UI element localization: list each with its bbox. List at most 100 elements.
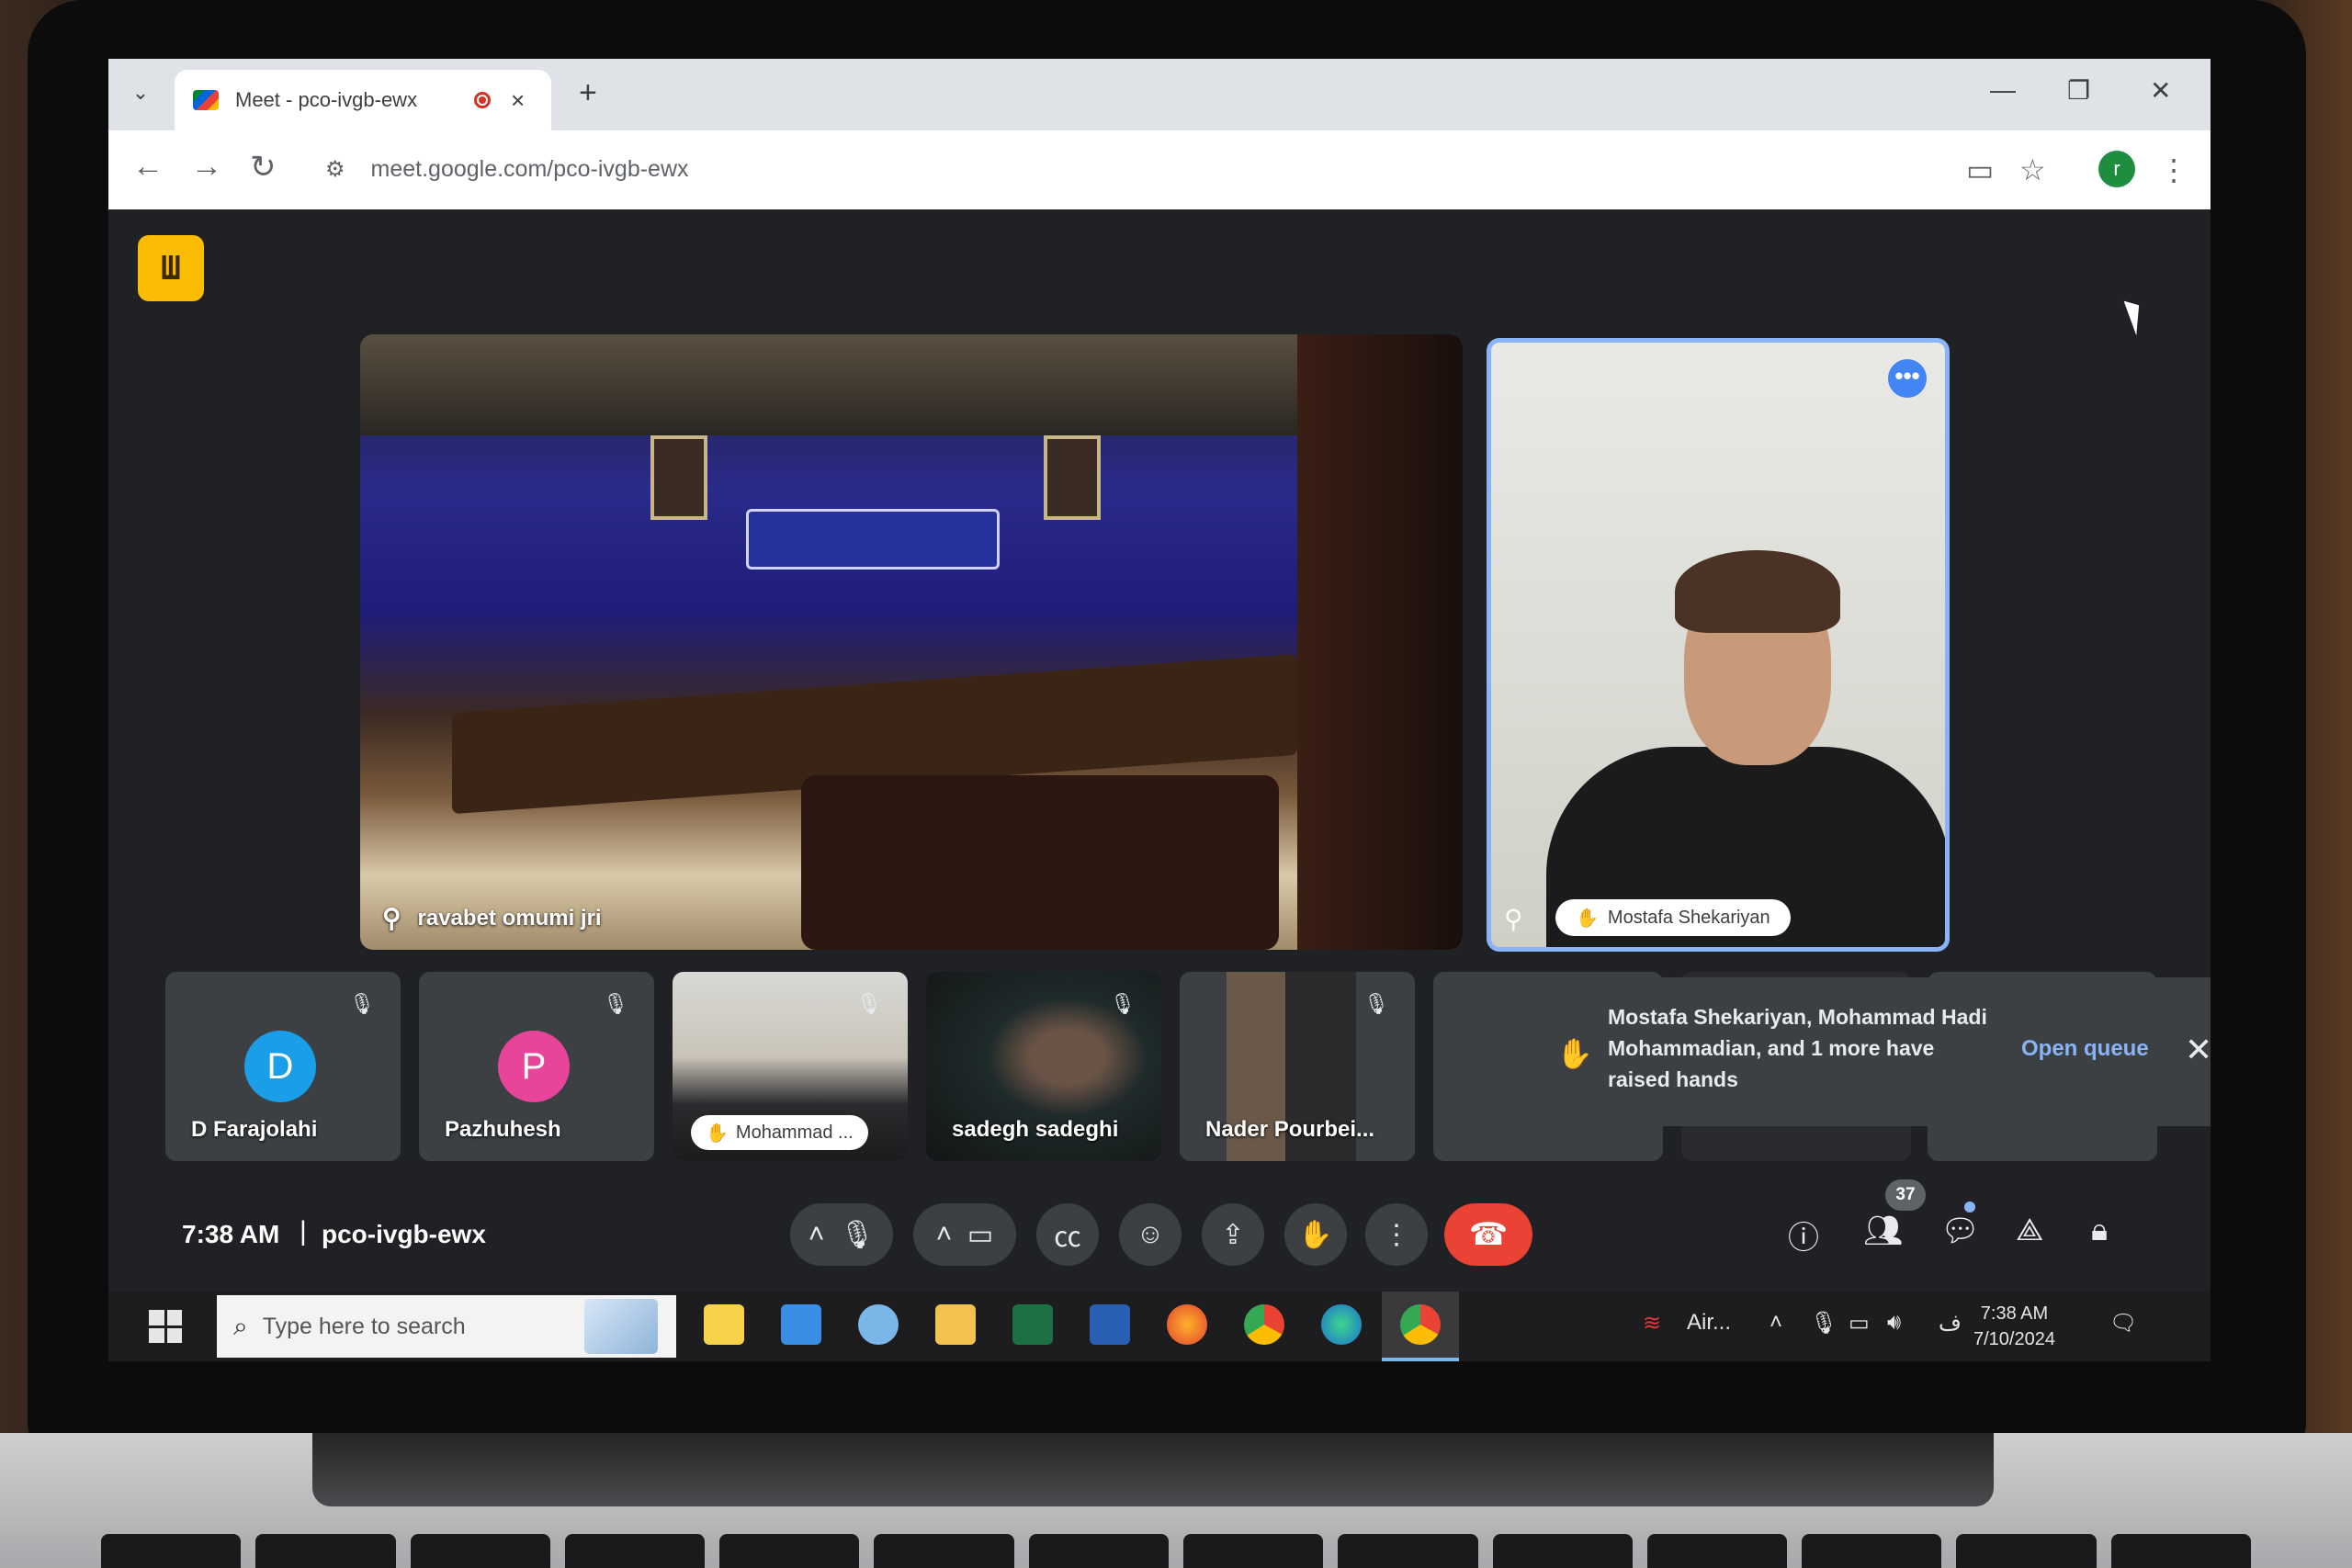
present-screen-button[interactable]: ⇪ (1202, 1203, 1264, 1266)
back-arrow-icon[interactable]: ← (132, 149, 164, 185)
main-video-tile[interactable]: ⚲ ravabet omumi jri (360, 334, 1463, 950)
raise-hand-button[interactable]: ✋ (1284, 1203, 1347, 1266)
companion-logo-icon[interactable]: Ш (138, 235, 204, 301)
weather-label[interactable]: Air... (1687, 1310, 1731, 1336)
meeting-info-icon[interactable]: ⓘ (1788, 1213, 1819, 1258)
raised-hands-message: Mostafa Shekariyan, Mohammad Hadi Mohamm… (1608, 1005, 1987, 1091)
notifications-icon[interactable]: 🗨︎ (2109, 1310, 2137, 1337)
meet-control-bar: 7:38 AM | pco-ivgb-ewx ˄ 🎙︎ ˄ ▭ ㏄ ☺ ⇪ ✋ … (108, 1179, 2211, 1284)
raised-hand-icon: ✋ (1556, 1037, 1593, 1070)
browser-tab-bar: ⌄ Meet - pco-ivgb-ewx × + — ❐ ✕ (108, 59, 2211, 130)
participant-tile[interactable]: 🎙︎ Nader Pourbei... (1180, 972, 1415, 1161)
speaker-hair (1675, 550, 1840, 633)
portrait-right (1044, 435, 1101, 520)
laptop-hinge (312, 1433, 1994, 1506)
leave-call-button[interactable]: ☎ (1444, 1203, 1532, 1266)
address-bar[interactable]: ⚙ meet.google.com/pco-ivgb-ewx (309, 141, 2018, 197)
mouse-cursor-icon (2123, 296, 2149, 336)
camera-button[interactable]: ˄ ▭ (913, 1203, 1016, 1266)
chrome-active-icon[interactable] (1400, 1304, 1441, 1345)
mic-muted-icon: 🎙︎ (1363, 992, 1389, 1015)
browser-menu-icon[interactable]: ⋮ (2159, 152, 2188, 187)
tab-close-icon[interactable]: × (511, 86, 525, 115)
reload-icon[interactable]: ↻ (250, 149, 277, 186)
more-vert-icon: ⋮ (1383, 1219, 1410, 1250)
tab-title: Meet - pco-ivgb-ewx (235, 88, 418, 111)
snipping-tool-icon[interactable] (858, 1304, 899, 1345)
taskbar-clock[interactable]: 7:38 AM 7/10/2024 (1973, 1301, 2055, 1352)
speaker-name: Mostafa Shekariyan (1607, 907, 1770, 928)
volume-icon[interactable]: 🔊︎ (1887, 1310, 1901, 1336)
air-quality-icon[interactable]: ≋ (1643, 1310, 1661, 1337)
tray-microphone-icon[interactable]: 🎙︎ (1810, 1310, 1838, 1337)
raised-hands-notification: ✋ Mostafa Shekariyan, Mohammad Hadi Moha… (1531, 977, 2211, 1126)
chevron-up-icon[interactable]: ˄ (808, 1219, 825, 1250)
window-minimize-button[interactable]: — (1990, 75, 2016, 105)
keyboard-row (101, 1534, 2251, 1568)
firefox-icon[interactable] (1167, 1304, 1207, 1345)
notification-close-icon[interactable]: ✕ (2185, 1031, 2211, 1069)
participant-name: Mohammad ... (735, 1122, 854, 1143)
participant-name: Nader Pourbei... (1205, 1117, 1375, 1142)
taskbar-time: 7:38 AM (1980, 1303, 2049, 1324)
new-tab-button[interactable]: + (579, 75, 597, 111)
chrome-icon[interactable] (1244, 1304, 1284, 1345)
bookmark-star-icon[interactable]: ☆ (2019, 152, 2046, 187)
calculator-icon[interactable] (781, 1304, 821, 1345)
reactions-button[interactable]: ☺ (1119, 1203, 1182, 1266)
captions-button[interactable]: ㏄ (1036, 1203, 1099, 1266)
raised-hand-icon: ✋ (1576, 908, 1599, 929)
window-close-button[interactable]: ✕ (2150, 75, 2171, 106)
recording-indicator-icon (474, 92, 491, 108)
participant-tile[interactable]: 🎙︎ P Pazhuhesh (419, 972, 654, 1161)
edge-icon[interactable] (1321, 1304, 1362, 1345)
hang-up-icon: ☎ (1468, 1217, 1509, 1252)
participant-name: Pazhuhesh (445, 1117, 561, 1142)
browser-tab-meet[interactable]: Meet - pco-ivgb-ewx × (175, 70, 551, 130)
site-info-icon[interactable]: ⚙ (325, 156, 345, 183)
taskbar-search-box[interactable]: ⌕ Type here to search (217, 1295, 676, 1358)
participant-tile[interactable]: 🎙︎ sadegh sadeghi (926, 972, 1161, 1161)
windows-start-icon[interactable] (149, 1310, 182, 1343)
meeting-code: pco-ivgb-ewx (322, 1220, 486, 1248)
avatar: D (244, 1031, 316, 1102)
battery-icon[interactable]: ▭ (1849, 1310, 1870, 1337)
tile-more-options-icon[interactable]: ••• (1888, 359, 1927, 398)
camera-in-use-icon[interactable]: ▭ (1966, 152, 1994, 187)
sticky-notes-icon[interactable] (704, 1304, 744, 1345)
profile-avatar[interactable]: r (2098, 151, 2135, 187)
room-wall-panel (1297, 334, 1463, 950)
chat-icon[interactable]: 💬︎ (1940, 1213, 1980, 1249)
pin-icon[interactable]: ⚲ (1504, 904, 1523, 934)
mic-muted-icon: 🎙︎ (349, 992, 375, 1015)
microphone-button[interactable]: ˄ 🎙︎ (790, 1203, 893, 1266)
taskbar-date: 7/10/2024 (1973, 1329, 2055, 1349)
more-options-button[interactable]: ⋮ (1365, 1203, 1428, 1266)
excel-icon[interactable] (1012, 1304, 1053, 1345)
meeting-time: 7:38 AM (182, 1220, 280, 1248)
activities-icon[interactable]: ⟁ (2016, 1213, 2043, 1248)
host-controls-icon[interactable]: 🔒︎ (2091, 1213, 2108, 1248)
forward-arrow-icon[interactable]: → (191, 149, 222, 185)
open-queue-button[interactable]: Open queue (2021, 1036, 2149, 1062)
file-explorer-icon[interactable] (935, 1304, 976, 1345)
conference-table-front (801, 775, 1279, 950)
window-restore-button[interactable]: ❐ (2067, 75, 2090, 106)
chevron-up-icon[interactable]: ˄ (936, 1219, 953, 1250)
active-speaker-tile[interactable]: ••• ⚲ ✋ Mostafa Shekariyan (1487, 338, 1950, 952)
input-language-indicator[interactable]: ف (1939, 1310, 1962, 1337)
tray-chevron-up-icon[interactable]: ˄ (1770, 1310, 1782, 1336)
tab-search-icon[interactable]: ⌄ (125, 77, 156, 108)
pin-icon[interactable]: ⚲ (382, 903, 401, 933)
participant-tile[interactable]: 🎙︎ ✋ Mohammad ... (673, 972, 908, 1161)
separator: | (300, 1216, 307, 1247)
people-icon[interactable]: 👥︎ (1863, 1213, 1903, 1249)
present-icon: ⇪ (1221, 1219, 1245, 1250)
meet-favicon-icon (193, 90, 219, 110)
word-icon[interactable] (1090, 1304, 1130, 1345)
participant-name: sadegh sadeghi (952, 1117, 1119, 1142)
mic-muted-icon: 🎙︎ (1110, 992, 1136, 1015)
speaker-name-chip: ✋ Mostafa Shekariyan (1555, 899, 1791, 936)
participant-tile[interactable]: 🎙︎ D D Farajolahi (165, 972, 401, 1161)
raise-hand-icon: ✋ (1298, 1219, 1333, 1250)
